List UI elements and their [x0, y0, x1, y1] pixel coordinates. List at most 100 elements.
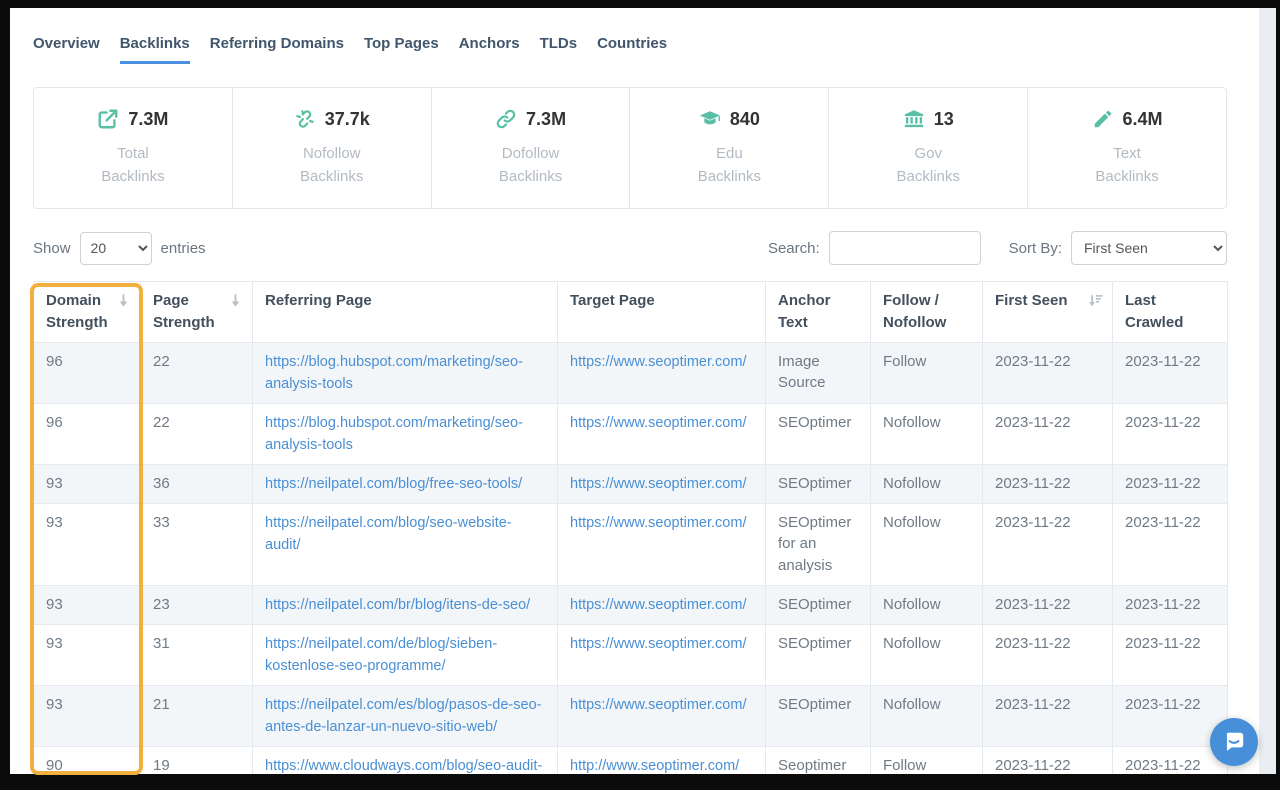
search-label: Search:	[768, 240, 820, 257]
scrollbar-track[interactable]	[1259, 8, 1276, 774]
column-label: Follow / Nofollow	[883, 292, 946, 331]
first-seen-cell: 2023-11-22	[983, 342, 1113, 403]
target-page-link[interactable]: https://www.seoptimer.com/	[570, 515, 746, 531]
stat-top: 13	[903, 108, 954, 130]
domain-strength-cell: 93	[34, 464, 141, 503]
table-row: 9323https://neilpatel.com/br/blog/itens-…	[34, 585, 1228, 624]
controls-right: Search: Sort By: First Seen	[768, 231, 1227, 265]
stat-label: Nofollow Backlinks	[286, 143, 378, 188]
first-seen-cell: 2023-11-22	[983, 585, 1113, 624]
stat-nofollow-backlinks: 37.7k Nofollow Backlinks	[233, 88, 432, 208]
column-header-first-seen[interactable]: First Seen	[983, 282, 1113, 343]
referring-page-link[interactable]: https://www.cloudways.com/blog/seo-audit…	[265, 758, 542, 774]
entries-label: entries	[161, 240, 206, 257]
referring-page-cell: https://neilpatel.com/blog/free-seo-tool…	[253, 464, 558, 503]
target-page-cell: https://www.seoptimer.com/	[558, 503, 766, 585]
anchor-text-cell: Image Source	[766, 342, 871, 403]
link-icon	[495, 108, 517, 130]
column-header-domain-strength[interactable]: Domain Strength	[34, 282, 141, 343]
first-seen-cell: 2023-11-22	[983, 624, 1113, 685]
stat-top: 37.7k	[294, 108, 370, 130]
stat-gov-backlinks: 13Gov Backlinks	[829, 88, 1028, 208]
sort-by-select[interactable]: First Seen	[1071, 231, 1227, 265]
domain-strength-cell: 93	[34, 685, 141, 746]
pencil-icon	[1092, 108, 1114, 130]
referring-page-link[interactable]: https://neilpatel.com/br/blog/itens-de-s…	[265, 597, 530, 613]
referring-page-link[interactable]: https://neilpatel.com/blog/free-seo-tool…	[265, 476, 522, 492]
chat-launcher-button[interactable]	[1210, 718, 1258, 766]
target-page-link[interactable]: https://www.seoptimer.com/	[570, 597, 746, 613]
stat-value: 7.3M	[128, 109, 168, 130]
page-strength-cell: 36	[141, 464, 253, 503]
backlinks-page: Overview Backlinks Referring Domains Top Pa…	[10, 8, 1276, 774]
page-strength-cell: 33	[141, 503, 253, 585]
tab-referring-domains[interactable]: Referring Domains	[210, 35, 344, 64]
stat-dofollow-backlinks: 7.3MDofollow Backlinks	[432, 88, 631, 208]
referring-page-cell: https://neilpatel.com/blog/seo-website-a…	[253, 503, 558, 585]
bank-icon	[903, 108, 925, 130]
target-page-cell: https://www.seoptimer.com/	[558, 585, 766, 624]
target-page-link[interactable]: https://www.seoptimer.com/	[570, 476, 746, 492]
external-link-icon	[97, 108, 119, 130]
stat-value: 840	[730, 109, 760, 130]
target-page-link[interactable]: http://www.seoptimer.com/	[570, 758, 739, 774]
page-size-select[interactable]: 20	[80, 232, 152, 265]
column-header-anchor-text: Anchor Text	[766, 282, 871, 343]
last-crawled-cell: 2023-11-22	[1113, 503, 1228, 585]
referring-page-link[interactable]: https://neilpatel.com/de/blog/sieben-kos…	[265, 636, 497, 674]
table-row: 9321https://neilpatel.com/es/blog/pasos-…	[34, 685, 1228, 746]
referring-page-cell: https://neilpatel.com/br/blog/itens-de-s…	[253, 585, 558, 624]
tab-backlinks[interactable]: Backlinks	[120, 35, 190, 64]
page-strength-cell: 19	[141, 746, 253, 774]
last-crawled-cell: 2023-11-22	[1113, 746, 1228, 774]
backlinks-table: Domain Strength Page Strength Referring Pa…	[33, 281, 1228, 774]
target-page-cell: http://www.seoptimer.com/	[558, 746, 766, 774]
column-header-follow-nofollow: Follow / Nofollow	[871, 282, 983, 343]
search-input[interactable]	[829, 231, 981, 265]
column-label: Anchor Text	[778, 292, 831, 331]
table-row: 9333https://neilpatel.com/blog/seo-websi…	[34, 503, 1228, 585]
target-page-cell: https://www.seoptimer.com/	[558, 624, 766, 685]
target-page-link[interactable]: https://www.seoptimer.com/	[570, 415, 746, 431]
referring-page-link[interactable]: https://blog.hubspot.com/marketing/seo-a…	[265, 354, 523, 392]
column-label: Page Strength	[153, 292, 215, 331]
column-header-target-page: Target Page	[558, 282, 766, 343]
target-page-link[interactable]: https://www.seoptimer.com/	[570, 636, 746, 652]
anchor-text-cell: SEOptimer	[766, 403, 871, 464]
column-header-page-strength[interactable]: Page Strength	[141, 282, 253, 343]
referring-page-cell: https://blog.hubspot.com/marketing/seo-a…	[253, 342, 558, 403]
anchor-text-cell: SEOptimer	[766, 624, 871, 685]
chat-bubble-icon	[1221, 729, 1247, 755]
target-page-link[interactable]: https://www.seoptimer.com/	[570, 697, 746, 713]
stat-text-backlinks: 6.4MText Backlinks	[1028, 88, 1226, 208]
tab-tlds[interactable]: TLDs	[540, 35, 578, 64]
last-crawled-cell: 2023-11-22	[1113, 403, 1228, 464]
domain-strength-cell: 93	[34, 624, 141, 685]
first-seen-cell: 2023-11-22	[983, 403, 1113, 464]
stat-label: Dofollow Backlinks	[485, 143, 577, 188]
target-page-cell: https://www.seoptimer.com/	[558, 403, 766, 464]
arrow-down-icon	[116, 293, 131, 308]
column-label: Referring Page	[265, 292, 372, 309]
referring-page-cell: https://neilpatel.com/es/blog/pasos-de-s…	[253, 685, 558, 746]
column-label: First Seen	[995, 292, 1068, 309]
tab-anchors[interactable]: Anchors	[459, 35, 520, 64]
target-page-cell: https://www.seoptimer.com/	[558, 464, 766, 503]
last-crawled-cell: 2023-11-22	[1113, 585, 1228, 624]
tab-top-pages[interactable]: Top Pages	[364, 35, 439, 64]
arrow-down-icon	[228, 293, 243, 308]
domain-strength-cell: 90	[34, 746, 141, 774]
referring-page-link[interactable]: https://neilpatel.com/es/blog/pasos-de-s…	[265, 697, 541, 735]
first-seen-cell: 2023-11-22	[983, 464, 1113, 503]
referring-page-cell: https://www.cloudways.com/blog/seo-audit…	[253, 746, 558, 774]
referring-page-link[interactable]: https://neilpatel.com/blog/seo-website-a…	[265, 515, 512, 553]
column-header-referring-page: Referring Page	[253, 282, 558, 343]
stat-label: Text Backlinks	[1081, 143, 1173, 188]
tab-countries[interactable]: Countries	[597, 35, 667, 64]
tab-bar: Overview Backlinks Referring Domains Top Pa…	[33, 8, 1227, 64]
referring-page-link[interactable]: https://blog.hubspot.com/marketing/seo-a…	[265, 415, 523, 453]
graduation-cap-icon	[699, 108, 721, 130]
tab-overview[interactable]: Overview	[33, 35, 100, 64]
target-page-link[interactable]: https://www.seoptimer.com/	[570, 354, 746, 370]
anchor-text-cell: SEOptimer	[766, 464, 871, 503]
